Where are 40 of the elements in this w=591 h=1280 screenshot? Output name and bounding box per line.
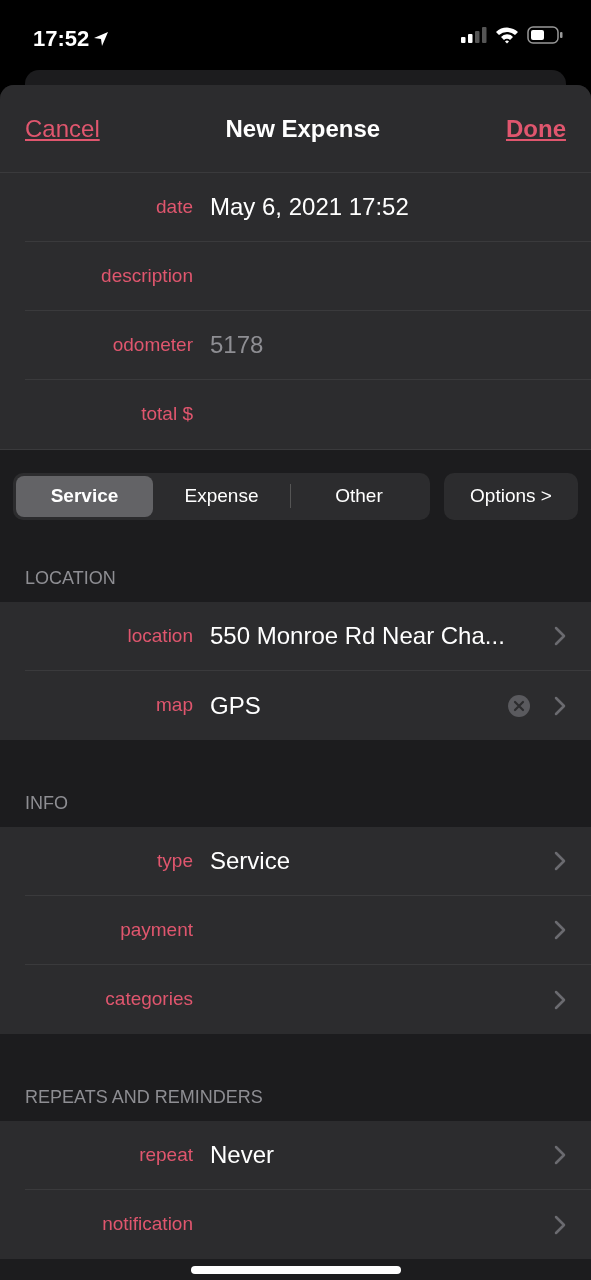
section-header: LOCATION xyxy=(25,567,116,590)
chevron-icon xyxy=(554,626,566,646)
done-button[interactable]: Done xyxy=(506,110,566,147)
cancel-button[interactable]: Cancel xyxy=(25,110,100,147)
field-label: description xyxy=(100,263,193,288)
row-label: notification xyxy=(101,1212,193,1237)
row-label: map xyxy=(155,693,193,718)
input-field[interactable]: May 6, 2021 17:52 xyxy=(210,187,566,227)
clear-icon[interactable] xyxy=(508,694,530,717)
row-label: repeat xyxy=(138,1142,193,1167)
status-time: 17:52 xyxy=(33,25,90,53)
chevron-icon xyxy=(554,1214,566,1235)
row-value: GPS xyxy=(210,690,261,721)
sheet-title: New Expense xyxy=(225,113,381,144)
chevron-icon xyxy=(554,989,566,1010)
field-label: total $ xyxy=(140,402,193,427)
row-label: type xyxy=(156,848,193,873)
chevron-icon xyxy=(554,920,566,940)
segment-tab[interactable]: Service xyxy=(16,475,153,517)
segment-tab[interactable]: Other xyxy=(291,475,427,517)
row-value: Service xyxy=(210,846,291,876)
input-field[interactable]: 5178 xyxy=(210,325,566,365)
row-value: Never xyxy=(210,1140,275,1170)
row-value: 550 Monroe Rd Near Cha... xyxy=(210,621,505,651)
wifi-icon xyxy=(495,26,519,44)
section-header: INFO xyxy=(25,792,68,815)
chevron-icon xyxy=(554,851,566,871)
field-label: odometer xyxy=(111,332,193,357)
row-label: location xyxy=(126,623,193,648)
segment-tab[interactable]: Expense xyxy=(153,475,290,517)
battery-icon xyxy=(527,26,563,44)
location-arrow-icon xyxy=(93,30,110,47)
row-label: categories xyxy=(104,987,193,1012)
chevron-icon xyxy=(554,695,566,716)
row-label: payment xyxy=(119,917,193,942)
signal-icon xyxy=(461,27,487,43)
field-label: date xyxy=(155,194,193,219)
options-button[interactable]: Options > xyxy=(444,472,578,520)
section-header: REPEATS AND REMINDERS xyxy=(25,1086,263,1109)
chevron-icon xyxy=(554,1145,566,1165)
